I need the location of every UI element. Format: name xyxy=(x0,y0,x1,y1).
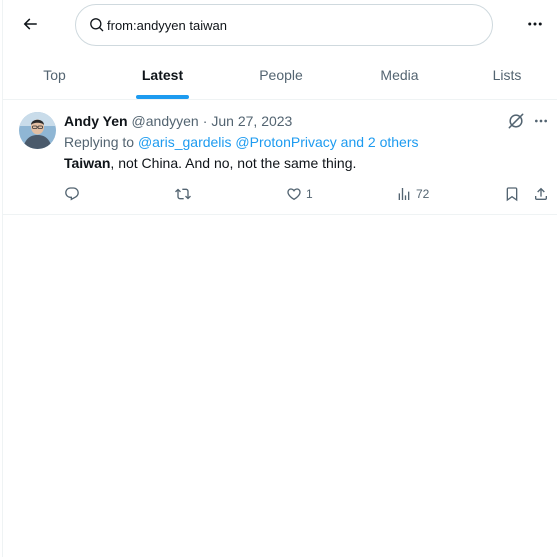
tab-top[interactable]: Top xyxy=(3,50,106,100)
reply-mention-1[interactable]: @aris_gardelis xyxy=(138,134,232,150)
tweet[interactable]: Andy Yen @andyyen · Jun 27, 2023 Replyin… xyxy=(3,100,557,215)
views-count: 72 xyxy=(416,187,430,201)
grok-button[interactable] xyxy=(506,111,526,131)
reply-button[interactable] xyxy=(64,184,80,204)
reply-mention-2[interactable]: @ProtonPrivacy xyxy=(235,134,336,150)
avatar-image xyxy=(19,112,56,149)
retweet-button[interactable] xyxy=(175,184,191,204)
retweet-icon xyxy=(175,188,191,200)
more-icon xyxy=(535,119,547,123)
top-bar xyxy=(3,0,557,50)
bookmark-button[interactable] xyxy=(504,184,520,204)
views-icon xyxy=(398,188,410,200)
search-input[interactable] xyxy=(107,14,477,36)
tweet-more-button[interactable] xyxy=(529,111,553,131)
tab-media[interactable]: Media xyxy=(343,50,456,100)
share-icon xyxy=(535,187,547,200)
views-button[interactable]: 72 xyxy=(396,184,429,204)
replying-to: Replying to @aris_gardelis @ProtonPrivac… xyxy=(64,134,419,150)
tweet-text: Taiwan, not China. And no, not the same … xyxy=(64,155,356,171)
like-icon xyxy=(287,188,301,201)
more-options-button[interactable] xyxy=(521,12,549,36)
tab-latest[interactable]: Latest xyxy=(106,50,219,100)
tweet-header: Andy Yen @andyyen · Jun 27, 2023 xyxy=(64,112,292,130)
tweet-date[interactable]: Jun 27, 2023 xyxy=(211,113,292,129)
replying-prefix: Replying to xyxy=(64,134,135,150)
like-button[interactable]: 1 xyxy=(286,184,313,204)
reply-others-link[interactable]: and 2 others xyxy=(341,134,419,150)
bookmark-icon xyxy=(506,187,518,202)
timeline-column: Top Latest People Media Lists Andy Yen @… xyxy=(2,0,557,557)
active-tab-indicator xyxy=(136,95,189,99)
avatar[interactable] xyxy=(19,112,56,149)
like-count: 1 xyxy=(306,187,313,201)
search-icon xyxy=(90,18,104,32)
display-name[interactable]: Andy Yen xyxy=(64,113,128,129)
user-handle[interactable]: @andyyen xyxy=(132,113,199,129)
tab-lists[interactable]: Lists xyxy=(456,50,557,100)
back-arrow-icon xyxy=(23,18,37,30)
share-button[interactable] xyxy=(533,184,549,204)
grok-icon xyxy=(508,113,524,129)
tweet-text-bold: Taiwan xyxy=(64,155,111,171)
tab-people[interactable]: People xyxy=(219,50,343,100)
reply-icon xyxy=(65,187,79,201)
search-tabs: Top Latest People Media Lists xyxy=(3,50,557,100)
tweet-text-rest: , not China. And no, not the same thing. xyxy=(110,155,357,171)
tweet-actions: 1 72 xyxy=(3,184,557,204)
back-button[interactable] xyxy=(14,8,46,40)
separator-dot: · xyxy=(202,113,208,129)
search-box[interactable] xyxy=(75,4,493,46)
more-icon xyxy=(528,22,542,26)
